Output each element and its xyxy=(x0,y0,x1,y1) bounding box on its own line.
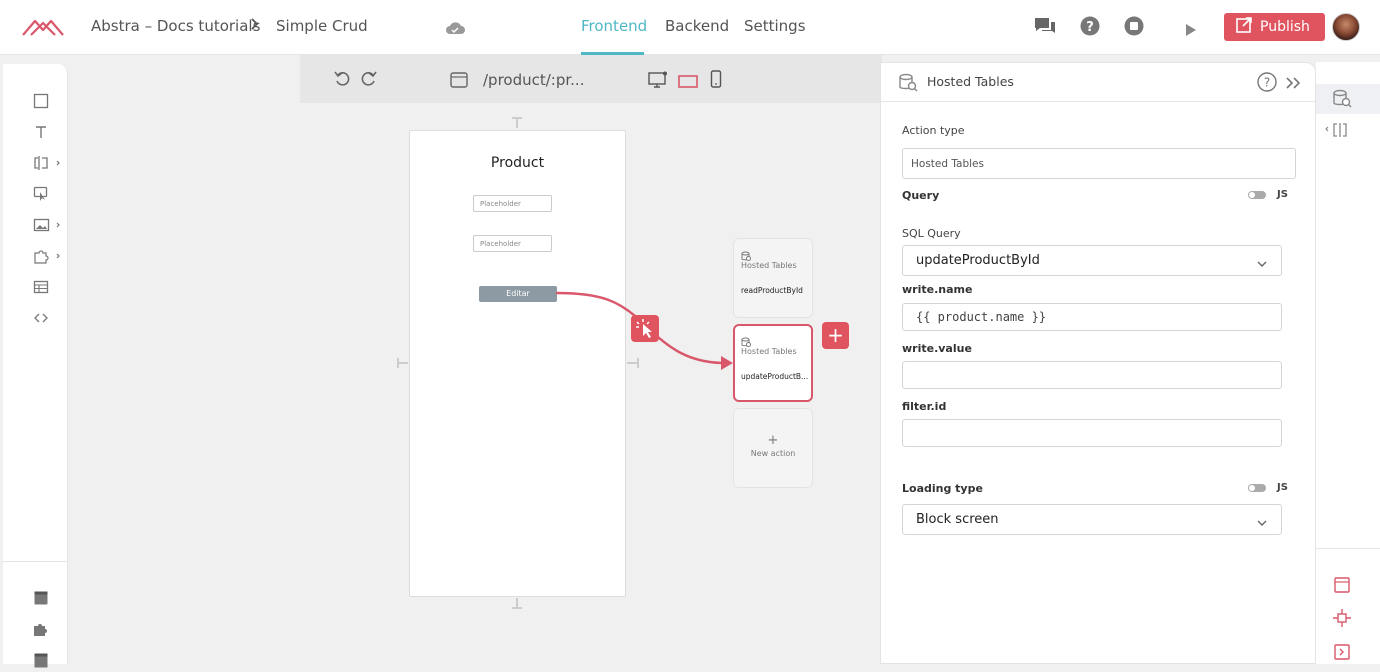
chevron-down-icon xyxy=(1257,257,1267,272)
preview-title[interactable]: Product xyxy=(410,155,625,171)
play-icon[interactable] xyxy=(1186,21,1196,40)
action-type-label: Hosted Tables xyxy=(741,261,797,270)
text-icon[interactable] xyxy=(33,124,49,140)
action-name-label: readProductById xyxy=(741,286,803,295)
tablet-view-icon[interactable] xyxy=(678,73,698,92)
click-trigger-icon[interactable] xyxy=(631,315,659,342)
input-component-icon[interactable] xyxy=(33,155,61,171)
chevron-down-icon xyxy=(1257,516,1267,531)
query-label: Query xyxy=(902,189,940,202)
loading-type-label: Loading type xyxy=(902,482,983,495)
help-circle-icon[interactable]: ? xyxy=(1257,72,1277,96)
loading-js-label: JS xyxy=(1277,482,1288,493)
query-js-label: JS xyxy=(1277,189,1288,200)
breadcrumb-page[interactable]: Simple Crud xyxy=(276,17,368,35)
action-type-label: Hosted Tables xyxy=(741,347,797,356)
resize-handle-top-cap xyxy=(512,117,522,119)
loading-type-select[interactable]: Block screen xyxy=(902,504,1282,535)
action-properties-panel: Hosted Tables ? Action type Hosted Table… xyxy=(880,62,1316,664)
tab-backend[interactable]: Backend xyxy=(665,17,729,35)
position-crosshair-icon[interactable] xyxy=(1333,609,1351,631)
breadcrumb-project[interactable]: Abstra – Docs tutorials xyxy=(91,17,260,35)
component-sidebar xyxy=(3,64,68,668)
sql-query-value: updateProductById xyxy=(916,253,1040,268)
tab-settings[interactable]: Settings xyxy=(744,17,806,35)
sidebar-divider xyxy=(3,561,68,562)
add-action-button[interactable]: + xyxy=(822,322,849,349)
action-type-field[interactable]: Hosted Tables xyxy=(902,148,1296,179)
browser-window-icon xyxy=(450,72,468,92)
resize-handle-bottom-cap xyxy=(512,607,522,609)
sql-query-select[interactable]: updateProductById xyxy=(902,245,1282,276)
tab-frontend[interactable]: Frontend xyxy=(581,17,647,35)
table-icon[interactable] xyxy=(33,279,49,295)
hosted-tables-tool[interactable] xyxy=(1316,84,1380,114)
code-icon[interactable] xyxy=(33,310,49,326)
window-frame-icon[interactable] xyxy=(1334,577,1350,597)
avatar[interactable] xyxy=(1332,13,1360,41)
publish-label: Publish xyxy=(1260,19,1310,35)
panel-header: Hosted Tables ? xyxy=(881,63,1315,102)
hosted-tables-icon xyxy=(1332,89,1352,113)
page-layout-icon[interactable] xyxy=(33,590,49,606)
console-icon[interactable] xyxy=(1334,644,1350,664)
action-type-label: Action type xyxy=(902,124,965,137)
preview-input-2[interactable]: Placeholder xyxy=(473,235,552,252)
hosted-tables-icon xyxy=(898,73,918,97)
variables-brackets-icon[interactable] xyxy=(1323,122,1353,142)
plugin-puzzle-icon[interactable] xyxy=(33,248,61,264)
right-tool-strip xyxy=(1316,62,1380,664)
help-icon[interactable]: ? xyxy=(1080,16,1100,40)
loading-type-value: Block screen xyxy=(916,512,999,527)
strip-divider xyxy=(1316,548,1380,549)
new-action-label: New action xyxy=(750,449,796,458)
page-preview: Product Placeholder Placeholder Editar xyxy=(409,130,626,597)
write-value-input[interactable] xyxy=(902,361,1282,389)
filter-id-label: filter.id xyxy=(902,400,947,413)
external-link-icon xyxy=(1236,17,1252,37)
action-card-read[interactable]: Hosted Tables readProductById xyxy=(733,238,813,318)
new-action-card[interactable]: + New action xyxy=(733,408,813,488)
route-path[interactable]: /product/:pr... xyxy=(483,71,584,89)
svg-text:?: ? xyxy=(1264,76,1270,90)
undo-icon[interactable] xyxy=(334,70,352,92)
breadcrumb-chevron-icon xyxy=(250,17,260,35)
publish-button[interactable]: Publish xyxy=(1224,13,1325,41)
write-name-label: write.name xyxy=(902,283,973,296)
panel-title: Hosted Tables xyxy=(927,74,1014,89)
library-icon[interactable] xyxy=(33,652,49,668)
stop-icon[interactable] xyxy=(1124,16,1144,40)
abstra-logo-icon[interactable] xyxy=(22,17,64,41)
collapse-panel-icon[interactable] xyxy=(1285,75,1303,94)
click-component-icon[interactable] xyxy=(33,186,49,202)
action-name-label: updateProductB... xyxy=(741,372,809,381)
mobile-view-icon[interactable] xyxy=(710,70,722,92)
cloud-saved-icon xyxy=(445,20,465,39)
redo-icon[interactable] xyxy=(359,70,377,92)
loading-js-toggle[interactable] xyxy=(1248,484,1266,492)
preview-input-1[interactable]: Placeholder xyxy=(473,195,552,212)
action-card-update[interactable]: Hosted Tables updateProductB... xyxy=(733,324,813,402)
extensions-puzzle-icon[interactable] xyxy=(33,621,49,637)
sql-query-label: SQL Query xyxy=(902,227,961,240)
top-bar: Abstra – Docs tutorials Simple Crud Fron… xyxy=(0,0,1380,55)
write-name-input[interactable]: {{ product.name }} xyxy=(902,303,1282,331)
plus-icon: + xyxy=(767,433,779,448)
filter-id-input[interactable] xyxy=(902,419,1282,447)
desktop-view-icon[interactable] xyxy=(648,71,668,93)
query-js-toggle[interactable] xyxy=(1248,191,1266,199)
container-icon[interactable] xyxy=(33,93,49,109)
resize-handle-left-cap xyxy=(397,358,399,368)
chat-icon[interactable] xyxy=(1034,16,1056,40)
canvas-toolbar xyxy=(300,55,882,103)
svg-text:?: ? xyxy=(1086,20,1094,35)
resize-handle-right-cap xyxy=(637,358,639,368)
write-value-label: write.value xyxy=(902,342,972,355)
preview-editar-button[interactable]: Editar xyxy=(479,286,557,302)
image-component-icon[interactable] xyxy=(33,217,61,233)
